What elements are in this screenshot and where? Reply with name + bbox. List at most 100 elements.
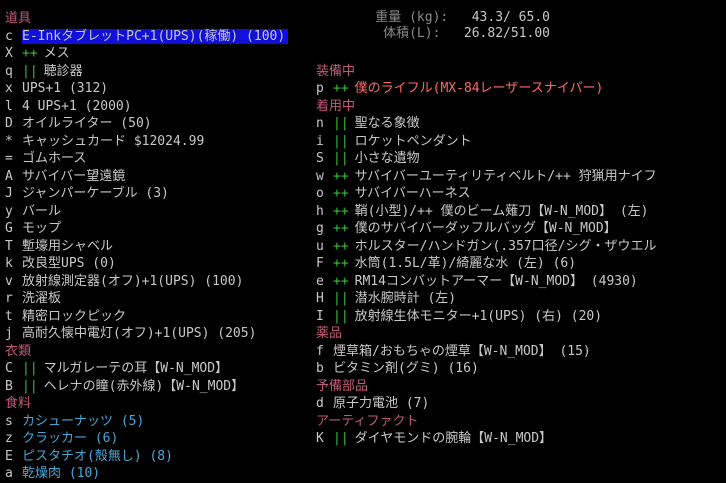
section-header: アーティファクト xyxy=(316,413,419,429)
inventory-item[interactable]: F ++ 水筒(1.5L/革)/綺麗な水 (左) (6) xyxy=(316,255,724,273)
item-hotkey: g xyxy=(316,221,324,236)
item-status-marker: || xyxy=(22,63,38,79)
inventory-item[interactable]: q || 聴診器 xyxy=(5,63,305,81)
item-hotkey: a xyxy=(5,466,13,481)
section-header: 装備中 xyxy=(316,63,356,79)
inventory-item[interactable]: o ++ サバイバーハーネス xyxy=(316,185,724,203)
inventory-item[interactable]: w ++ サバイバーユーティリティベルト/++ 狩猟用ナイフ xyxy=(316,168,724,186)
item-hotkey: K xyxy=(316,431,324,446)
inventory-item[interactable]: B || ヘレナの瞳(赤外線)【W-N_MOD】 xyxy=(5,378,305,396)
inventory-item[interactable]: S || 小さな遺物 xyxy=(316,150,724,168)
item-name: 乾燥肉 (10) xyxy=(22,466,101,481)
inventory-item[interactable]: * キャッシュカード $12024.99 xyxy=(5,133,305,151)
item-hotkey: E xyxy=(5,448,13,464)
inventory-item[interactable]: j 高耐久懐中電灯(オフ)+1(UPS) (205) xyxy=(5,325,305,343)
item-hotkey: n xyxy=(316,116,324,131)
item-status-marker: ++ xyxy=(333,238,349,254)
item-hotkey: G xyxy=(5,221,13,236)
item-hotkey: j xyxy=(5,326,13,341)
inventory-item[interactable]: d 原子力電池 (7) xyxy=(316,395,724,413)
item-hotkey: s xyxy=(5,413,13,429)
item-status-marker: ++ xyxy=(333,256,349,271)
item-hotkey: r xyxy=(5,291,13,306)
section-header: 予備部品 xyxy=(316,378,369,394)
item-hotkey: I xyxy=(316,308,324,324)
item-name: 原子力電池 (7) xyxy=(333,396,430,411)
item-name: ピスタチオ(殻無し) (8) xyxy=(22,448,173,464)
item-name: RM14コンバットアーマー【W-N_MOD】 (4930) xyxy=(354,273,638,289)
item-name: 水筒(1.5L/革)/綺麗な水 (左) (6) xyxy=(354,256,577,271)
item-name: 聖なる象徴 xyxy=(354,116,420,131)
inventory-item[interactable]: J ジャンパーケーブル (3) xyxy=(5,185,305,203)
inventory-item[interactable]: e ++ RM14コンバットアーマー【W-N_MOD】 (4930) xyxy=(316,273,724,291)
inventory-item[interactable]: X ++ メス xyxy=(5,45,305,63)
inventory-item[interactable]: f 煙草箱/おもちゃの煙草【W-N_MOD】 (15) xyxy=(316,343,724,361)
inventory-item[interactable]: v 放射線測定器(オフ)+1(UPS) (100) xyxy=(5,273,305,291)
inventory-item[interactable]: A サバイバー望遠鏡 xyxy=(5,168,305,186)
item-hotkey: z xyxy=(5,431,13,446)
item-hotkey: X xyxy=(5,46,13,61)
item-hotkey: h xyxy=(316,203,324,219)
item-name: 煙草箱/おもちゃの煙草【W-N_MOD】 (15) xyxy=(333,343,591,359)
inventory-item[interactable]: k 改良型UPS (0) xyxy=(5,255,305,273)
inventory-item[interactable]: T 塹壕用シャベル xyxy=(5,238,305,256)
item-hotkey: f xyxy=(316,343,324,359)
item-name: 放射線測定器(オフ)+1(UPS) (100) xyxy=(22,273,244,289)
inventory-item[interactable]: = ゴムホース xyxy=(5,150,305,168)
inventory-item[interactable]: n || 聖なる象徴 xyxy=(316,115,724,133)
item-name: 潜水腕時計 (左) xyxy=(354,291,457,306)
item-status-marker: ++ xyxy=(22,46,38,61)
inventory-item[interactable]: K || ダイヤモンドの腕輪【W-N_MOD】 xyxy=(316,430,724,448)
selected-item-name: E-InkタブレットPC+1(UPS)(稼働) (100) xyxy=(22,28,289,44)
item-hotkey: C xyxy=(5,361,13,376)
inventory-item[interactable]: t 精密ロックピック xyxy=(5,308,305,326)
inventory-item[interactable]: z クラッカー (6) xyxy=(5,430,305,448)
inventory-item[interactable]: g ++ 僕のサバイバーダッフルバッグ【W-N_MOD】 xyxy=(316,220,724,238)
inventory-item[interactable]: u ++ ホルスター/ハンドガン(.357口径/シグ・ザウエル xyxy=(316,238,724,256)
item-name: マルガレーテの耳【W-N_MOD】 xyxy=(43,361,229,376)
inventory-item[interactable]: s カシューナッツ (5) xyxy=(5,413,305,431)
item-hotkey: H xyxy=(316,291,324,306)
item-name: ゴムホース xyxy=(22,151,87,166)
item-status-marker: ++ xyxy=(333,203,349,219)
inventory-item[interactable]: C || マルガレーテの耳【W-N_MOD】 xyxy=(5,360,305,378)
inventory-item[interactable]: r 洗濯板 xyxy=(5,290,305,308)
inventory-item[interactable]: H || 潜水腕時計 (左) xyxy=(316,290,724,308)
inventory-item[interactable]: y バール xyxy=(5,203,305,221)
inventory-item[interactable]: G モップ xyxy=(5,220,305,238)
item-hotkey: o xyxy=(316,186,324,201)
item-status-marker: ++ xyxy=(333,81,349,96)
item-hotkey: A xyxy=(5,168,13,184)
inventory-item[interactable]: i || ロケットペンダント xyxy=(316,133,724,151)
inventory-item[interactable]: p ++ 僕のライフル(MX-84レーザースナイパー) xyxy=(316,80,724,98)
inventory-item[interactable]: l 4 UPS+1 (2000) xyxy=(5,98,305,116)
item-hotkey: T xyxy=(5,238,13,254)
inventory-item[interactable]: I || 放射線生体モニター+1(UPS) (右) (20) xyxy=(316,308,724,326)
inventory-item[interactable]: h ++ 鞘(小型)/++ 僕のビーム薙刀【W-N_MOD】 (左) xyxy=(316,203,724,221)
item-status-marker: ++ xyxy=(333,221,349,236)
inventory-item[interactable]: D オイルライター (50) xyxy=(5,115,305,133)
inventory-item[interactable]: a 乾燥肉 (10) xyxy=(5,465,305,483)
item-hotkey: e xyxy=(316,273,324,289)
item-hotkey: u xyxy=(316,238,324,254)
item-name: メス xyxy=(43,46,70,61)
item-name: ロケットペンダント xyxy=(354,133,472,149)
item-name: 放射線生体モニター+1(UPS) (右) (20) xyxy=(354,308,603,324)
item-hotkey: x xyxy=(5,81,13,96)
inventory-item[interactable]: c E-InkタブレットPC+1(UPS)(稼働) (100) xyxy=(5,28,305,46)
item-status-marker: || xyxy=(333,116,349,131)
item-name: バール xyxy=(22,203,62,219)
item-name: ホルスター/ハンドガン(.357口径/シグ・ザウエル xyxy=(354,238,657,254)
item-name: サバイバーユーティリティベルト/++ 狩猟用ナイフ xyxy=(354,168,657,184)
item-hotkey: i xyxy=(316,133,324,149)
item-name: 洗濯板 xyxy=(22,291,62,306)
inventory-list: 道具 c E-InkタブレットPC+1(UPS)(稼働) (100) X ++ メス q ||… xyxy=(5,10,305,483)
inventory-item[interactable]: x UPS+1 (312) xyxy=(5,80,305,98)
item-name: 精密ロックピック xyxy=(22,308,127,324)
section-header: 薬品 xyxy=(316,326,343,341)
inventory-item[interactable]: E ピスタチオ(殻無し) (8) xyxy=(5,448,305,466)
item-status-marker: ++ xyxy=(333,168,349,184)
inventory-item[interactable]: b ビタミン剤(グミ) (16) xyxy=(316,360,724,378)
